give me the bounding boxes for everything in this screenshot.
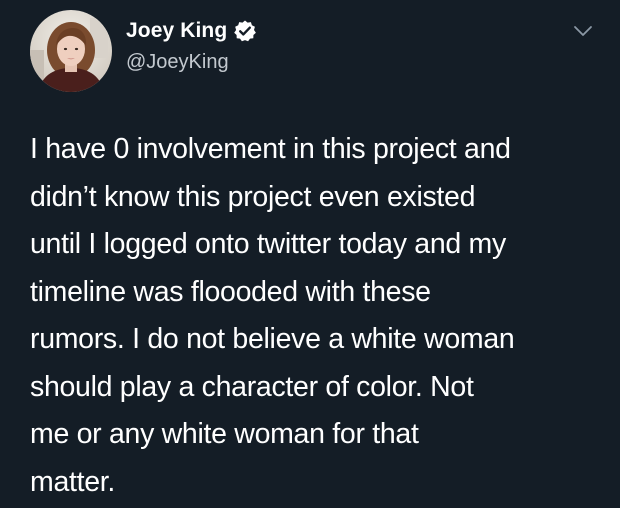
tweet-line: matter. <box>30 465 116 498</box>
avatar-photo <box>30 10 112 92</box>
tweet-line: me or any white woman for that <box>30 418 419 450</box>
avatar[interactable] <box>30 10 112 92</box>
tweet-line: didn’t know this project even existed <box>30 180 476 213</box>
display-name[interactable]: Joey King <box>126 19 227 43</box>
tweet-line: timeline was floooded with these <box>30 275 431 308</box>
tweet-text: I have 0 involvement in this project and… <box>30 126 610 506</box>
tweet-card: Joey King @JoeyKing I have 0 involvement… <box>0 0 620 508</box>
author-name-row[interactable]: Joey King <box>126 19 257 43</box>
author-handle[interactable]: @JoeyKing <box>126 51 229 74</box>
verified-badge-icon <box>233 19 257 43</box>
tweet-line: should play a character of color. Not <box>30 370 474 403</box>
tweet-line: rumors. I do not believe a white woman <box>30 323 515 355</box>
chevron-down-icon[interactable] <box>571 23 595 39</box>
tweet-line: until I logged onto twitter today and my <box>30 228 506 260</box>
tweet-line: I have 0 involvement in this project and <box>30 133 511 165</box>
